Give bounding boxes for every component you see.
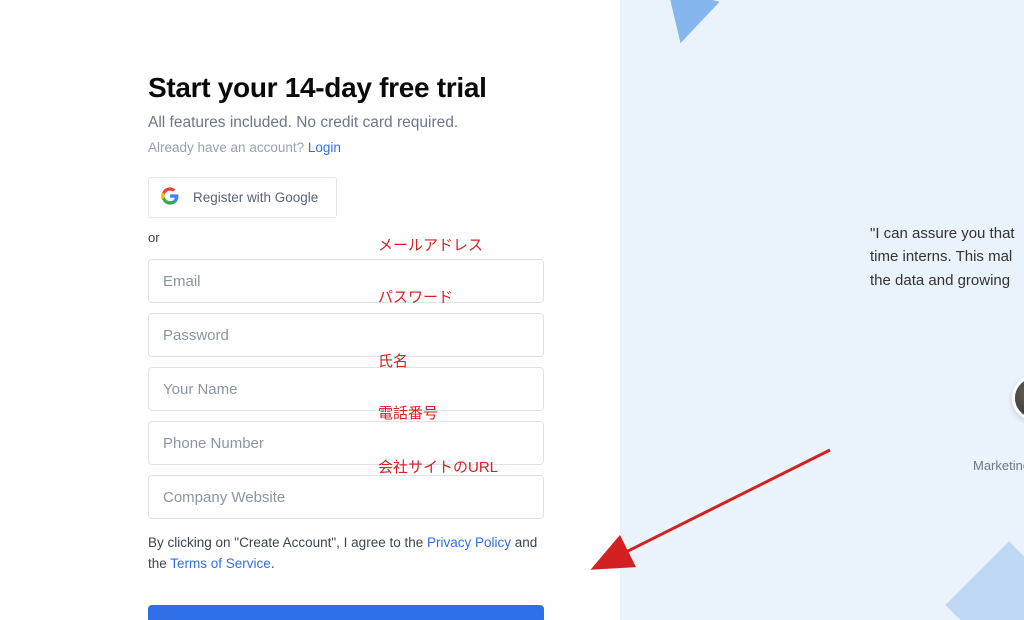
consent-suffix: .: [271, 556, 275, 571]
name-field[interactable]: [148, 367, 544, 411]
annotation-email: メールアドレス: [378, 234, 483, 255]
page-title: Start your 14-day free trial: [148, 72, 620, 104]
signup-form: [148, 253, 544, 519]
company-website-field[interactable]: [148, 475, 544, 519]
already-have-account: Already have an account? Login: [148, 140, 620, 155]
email-field[interactable]: [148, 259, 544, 303]
page-subtitle: All features included. No credit card re…: [148, 114, 620, 132]
already-prefix: Already have an account?: [148, 140, 308, 155]
privacy-policy-link[interactable]: Privacy Policy: [427, 535, 511, 550]
testimonial-role: Marketing: [973, 458, 1024, 473]
annotation-password: パスワード: [378, 286, 453, 307]
annotation-name: 氏名: [378, 350, 408, 371]
login-link[interactable]: Login: [308, 140, 341, 155]
terms-of-service-link[interactable]: Terms of Service: [170, 556, 271, 571]
avatar: [1012, 375, 1024, 421]
password-field[interactable]: [148, 313, 544, 357]
register-google-button[interactable]: Register with Google: [148, 177, 337, 218]
decorative-triangle-top: [654, 0, 719, 50]
annotation-website: 会社サイトのURL: [378, 456, 498, 477]
google-icon: [161, 187, 179, 208]
consent-prefix: By clicking on "Create Account", I agree…: [148, 535, 427, 550]
consent-text: By clicking on "Create Account", I agree…: [148, 533, 544, 575]
decorative-triangle-bottom: [945, 541, 1024, 620]
create-account-button[interactable]: Create Account: [148, 605, 544, 620]
register-google-label: Register with Google: [193, 190, 318, 205]
annotation-phone: 電話番号: [378, 402, 438, 423]
testimonial-quote: "I can assure you that time interns. Thi…: [870, 222, 1015, 292]
testimonial-panel: "I can assure you that time interns. Thi…: [620, 0, 1024, 620]
